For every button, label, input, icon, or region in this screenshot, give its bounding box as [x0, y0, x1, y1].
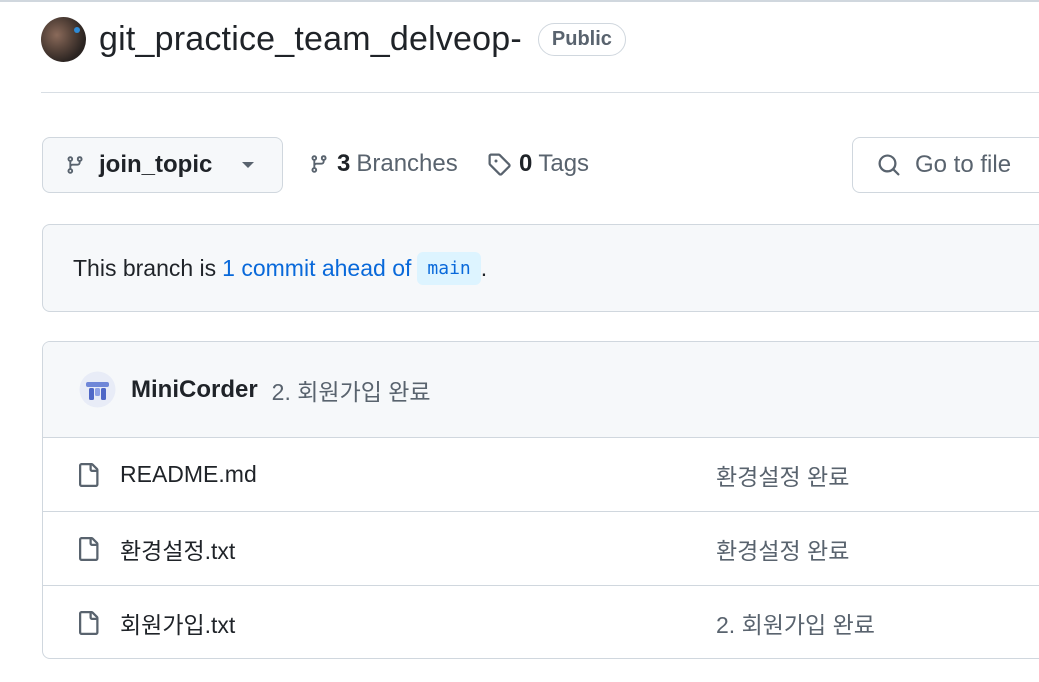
branches-label: Branches — [356, 150, 458, 177]
file-name[interactable]: 회원가입.txt — [120, 606, 235, 640]
commits-ahead-link[interactable]: 1 commit ahead of — [222, 255, 411, 282]
owner-avatar[interactable] — [41, 16, 86, 62]
notice-suffix: . — [480, 254, 488, 281]
repo-header: git_practice_team_delveop- Public — [41, 14, 626, 64]
current-branch-label: join_topic — [99, 151, 213, 178]
file-icon — [79, 463, 99, 487]
top-border — [0, 0, 1039, 2]
base-branch-label[interactable]: main — [417, 251, 481, 285]
repo-title[interactable]: git_practice_team_delveop- — [99, 20, 522, 59]
file-commit-message[interactable]: 2. 회원가입 완료 — [716, 606, 875, 640]
git-branch-icon — [67, 156, 83, 174]
tags-link[interactable]: 0 Tags — [487, 150, 589, 178]
branch-status-notice: This branch is 1 commit ahead of main . — [42, 224, 1039, 312]
git-branch-icon — [311, 155, 327, 173]
commit-author-avatar[interactable] — [79, 371, 116, 408]
latest-commit-row: MiniCorder 2. 회원가입 완료 — [43, 342, 1039, 438]
file-icon — [79, 611, 99, 635]
branches-count: 3 — [337, 150, 351, 177]
go-to-file-input[interactable]: Go to file — [852, 137, 1039, 193]
file-icon — [79, 537, 99, 561]
commit-message[interactable]: 2. 회원가입 완료 — [272, 373, 431, 407]
notice-prefix: This branch is — [73, 254, 217, 281]
branches-link[interactable]: 3 Branches — [309, 150, 458, 178]
file-name[interactable]: 환경설정.txt — [120, 532, 235, 566]
file-browser: MiniCorder 2. 회원가입 완료 README.md 환경설정 완료 … — [42, 341, 1039, 659]
chevron-down-icon — [242, 162, 254, 168]
file-commit-message[interactable]: 환경설정 완료 — [716, 458, 849, 492]
header-divider — [41, 92, 1039, 93]
file-row[interactable]: 회원가입.txt 2. 회원가입 완료 — [43, 586, 1039, 658]
go-to-file-placeholder: Go to file — [915, 151, 1012, 178]
commit-author[interactable]: MiniCorder — [131, 376, 258, 404]
file-row[interactable]: 환경설정.txt 환경설정 완료 — [43, 512, 1039, 586]
tag-icon — [488, 153, 511, 176]
visibility-badge: Public — [537, 22, 626, 56]
file-row[interactable]: README.md 환경설정 완료 — [43, 438, 1039, 512]
tags-label: Tags — [538, 150, 590, 177]
tags-count: 0 — [519, 150, 533, 177]
file-name[interactable]: README.md — [120, 461, 257, 488]
file-commit-message[interactable]: 환경설정 완료 — [716, 532, 849, 566]
search-icon — [878, 154, 900, 176]
branch-selector-button[interactable]: join_topic — [42, 137, 283, 193]
